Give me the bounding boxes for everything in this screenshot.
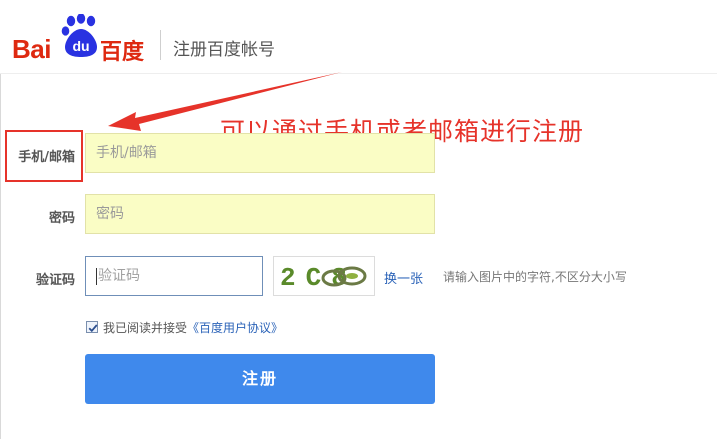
text-caret: [96, 267, 97, 285]
captcha-hint: 请输入图片中的字符,不区分大小写: [443, 270, 627, 284]
baidu-logo[interactable]: Bai du 百度: [12, 14, 152, 65]
password-input[interactable]: 密码: [85, 194, 435, 234]
logo-text-baidu-cn: 百度: [100, 40, 145, 65]
captcha-input[interactable]: 验证码: [85, 256, 263, 296]
checkmark-icon: [88, 324, 98, 333]
header-divider: [160, 30, 161, 60]
captcha-graphic: 2C8: [280, 263, 367, 293]
agreement-checkbox[interactable]: [86, 321, 98, 333]
page-left-border: [0, 74, 1, 439]
password-label: 密码: [48, 211, 75, 226]
captcha-image: 2C8: [273, 256, 375, 296]
phone-email-input[interactable]: 手机/邮箱: [85, 133, 435, 173]
agreement-row: 我已阅读并接受 《百度用户协议》: [86, 319, 283, 335]
phone-email-label: 手机/邮箱: [18, 150, 75, 165]
captcha-label: 验证码: [35, 273, 75, 288]
register-button[interactable]: 注册: [85, 354, 435, 404]
logo-text-du: du: [72, 38, 89, 54]
agreement-text: 我已阅读并接受: [103, 320, 188, 335]
refresh-captcha-link[interactable]: 换一张: [384, 268, 423, 287]
logo-text-bai: Bai: [12, 34, 51, 64]
page-header: Bai du 百度 注册百度帐号: [0, 0, 717, 74]
user-agreement-link[interactable]: 《百度用户协议》: [187, 319, 283, 336]
paw-icon: du: [61, 14, 97, 57]
captcha-placeholder: 验证码: [98, 268, 140, 284]
page-title: 注册百度帐号: [173, 40, 275, 60]
